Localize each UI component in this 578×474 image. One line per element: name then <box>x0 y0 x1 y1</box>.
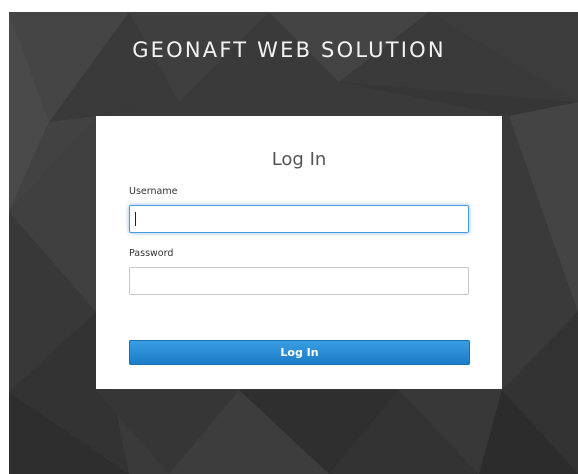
text-caret <box>135 212 136 226</box>
login-card: Log In Username Password Log In <box>96 116 502 389</box>
password-label: Password <box>129 248 174 259</box>
login-button[interactable]: Log In <box>129 340 470 365</box>
username-input[interactable] <box>129 205 469 233</box>
brand-title: GEONAFT WEB SOLUTION <box>132 38 446 62</box>
login-page: GEONAFT WEB SOLUTION Log In Username Pas… <box>0 0 578 474</box>
login-heading: Log In <box>271 149 327 170</box>
password-input[interactable] <box>129 267 469 295</box>
username-label: Username <box>129 186 178 197</box>
